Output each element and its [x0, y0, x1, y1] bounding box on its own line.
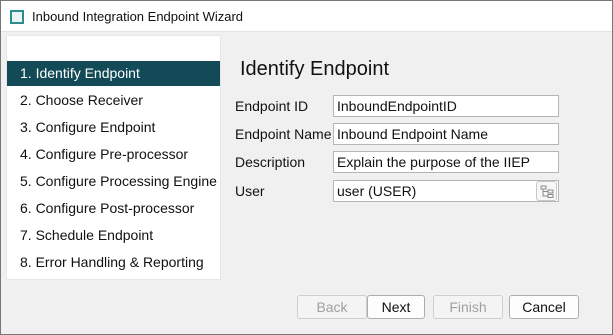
step-schedule-endpoint[interactable]: 7. Schedule Endpoint	[7, 223, 220, 248]
wizard-window: Inbound Integration Endpoint Wizard 1. I…	[0, 0, 613, 335]
step-configure-post-processor[interactable]: 6. Configure Post-processor	[7, 196, 220, 221]
step-error-handling-reporting[interactable]: 8. Error Handling & Reporting	[7, 250, 220, 275]
endpoint-id-label: Endpoint ID	[235, 98, 309, 114]
page-title: Identify Endpoint	[240, 58, 389, 80]
back-button[interactable]: Back	[297, 295, 367, 319]
cancel-button[interactable]: Cancel	[509, 295, 579, 319]
endpoint-id-input[interactable]	[333, 95, 559, 117]
tree-browse-icon	[540, 185, 554, 198]
description-label: Description	[235, 154, 306, 170]
endpoint-name-label: Endpoint Name	[235, 126, 332, 142]
endpoint-name-input[interactable]	[333, 123, 559, 145]
step-configure-processing-engine[interactable]: 5. Configure Processing Engine	[7, 169, 220, 194]
description-input[interactable]	[333, 151, 559, 173]
step-identify-endpoint[interactable]: 1. Identify Endpoint	[7, 61, 220, 86]
user-lookup-button[interactable]	[536, 181, 557, 201]
step-choose-receiver[interactable]: 2. Choose Receiver	[7, 88, 220, 113]
wizard-steps-list: 1. Identify Endpoint 2. Choose Receiver …	[6, 35, 221, 280]
user-label: User	[235, 183, 265, 199]
user-input[interactable]	[333, 180, 559, 202]
finish-button[interactable]: Finish	[433, 295, 503, 319]
app-window-icon	[10, 10, 24, 24]
step-configure-endpoint[interactable]: 3. Configure Endpoint	[7, 115, 220, 140]
title-bar: Inbound Integration Endpoint Wizard	[1, 1, 612, 32]
next-button[interactable]: Next	[367, 295, 425, 319]
step-configure-pre-processor[interactable]: 4. Configure Pre-processor	[7, 142, 220, 167]
window-title: Inbound Integration Endpoint Wizard	[32, 9, 244, 24]
